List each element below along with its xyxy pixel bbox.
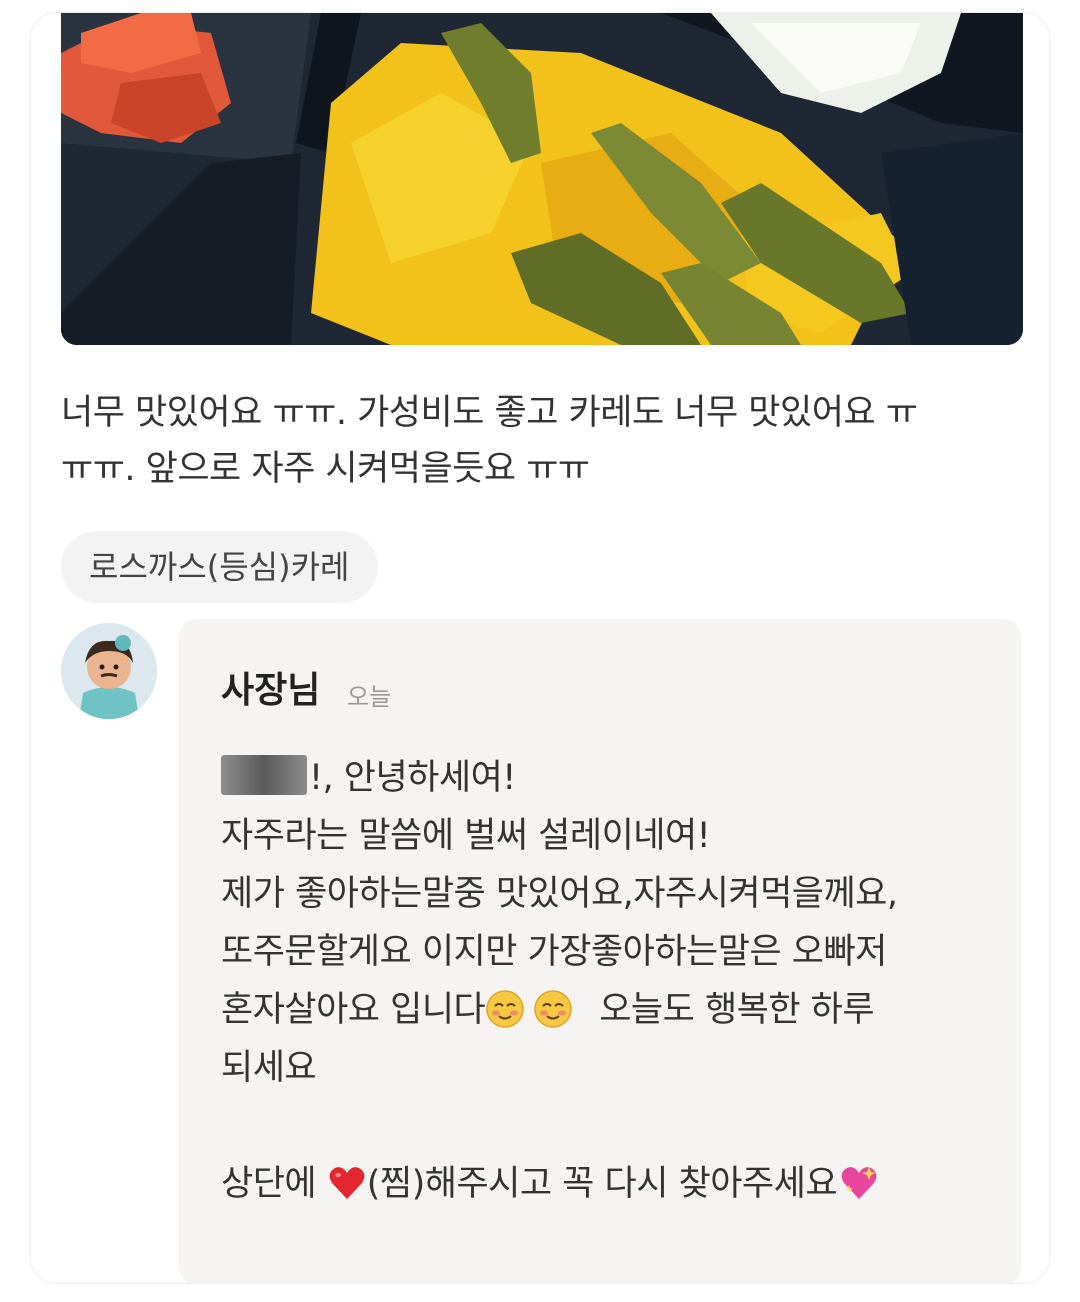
reply-line: 자주라는 말씀에 벌써 설레이네여! <box>221 816 711 856</box>
reply-line: 제가 좋아하는말중 맛있어요,자주시켜먹을께요, <box>221 874 898 914</box>
reply-text: 혼자살아요 입니다 <box>221 990 486 1030</box>
reply-greeting: !, 안녕하세여! <box>309 758 516 798</box>
reply-line: 또주문할게요 이지만 가장좋아하는말은 오빠저 <box>221 932 887 972</box>
owner-reply: 사장님 오늘 !, 안녕하세여! 자주라는 말씀에 벌써 설레이네여! 제가 좋… <box>179 619 1021 1283</box>
menu-tag[interactable]: 로스까스(등심)카레 <box>61 531 378 603</box>
review-text-line: 너무 맛있어요 ㅠㅠ. 가성비도 좋고 카레도 너무 맛있어요 ㅠ <box>61 393 918 433</box>
owner-avatar-icon <box>61 623 157 719</box>
food-photo-image <box>61 13 1023 345</box>
reply-line: 되세요 <box>221 1048 317 1088</box>
review-photo[interactable] <box>61 13 1023 345</box>
sparkling-heart-emoji-icon <box>839 1163 879 1203</box>
review-text-line: ㅠㅠ. 앞으로 자주 시켜먹을듯요 ㅠㅠ <box>61 449 590 489</box>
reply-text: 상단에 <box>221 1164 317 1204</box>
redacted-name <box>221 755 307 795</box>
review-text: 너무 맛있어요 ㅠㅠ. 가성비도 좋고 카레도 너무 맛있어요 ㅠ ㅠㅠ. 앞으… <box>61 385 1021 497</box>
reply-line: 상단에 (찜)해주시고 꼭 다시 찾아주세요 <box>221 1155 1001 1213</box>
review-card: 너무 맛있어요 ㅠㅠ. 가성비도 좋고 카레도 너무 맛있어요 ㅠ ㅠㅠ. 앞으… <box>30 12 1050 1284</box>
reply-body: !, 안녕하세여! 자주라는 말씀에 벌써 설레이네여! 제가 좋아하는말중 맛… <box>221 749 1001 1213</box>
reply-line: !, 안녕하세여! <box>221 749 1001 807</box>
heart-emoji-icon <box>327 1163 367 1203</box>
owner-name: 사장님 <box>221 670 321 711</box>
reply-line: 혼자살아요 입니다 오늘도 행복한 하루 <box>221 981 1001 1039</box>
blushing-emoji-icon <box>533 989 573 1029</box>
reply-time: 오늘 <box>347 683 392 711</box>
reply-blank-line <box>221 1097 1001 1155</box>
reply-text: (찜)해주시고 꼭 다시 찾아주세요 <box>366 1164 838 1204</box>
reply-text: 오늘도 행복한 하루 <box>599 990 875 1030</box>
owner-avatar[interactable] <box>61 623 157 719</box>
blushing-emoji-icon <box>485 989 525 1029</box>
